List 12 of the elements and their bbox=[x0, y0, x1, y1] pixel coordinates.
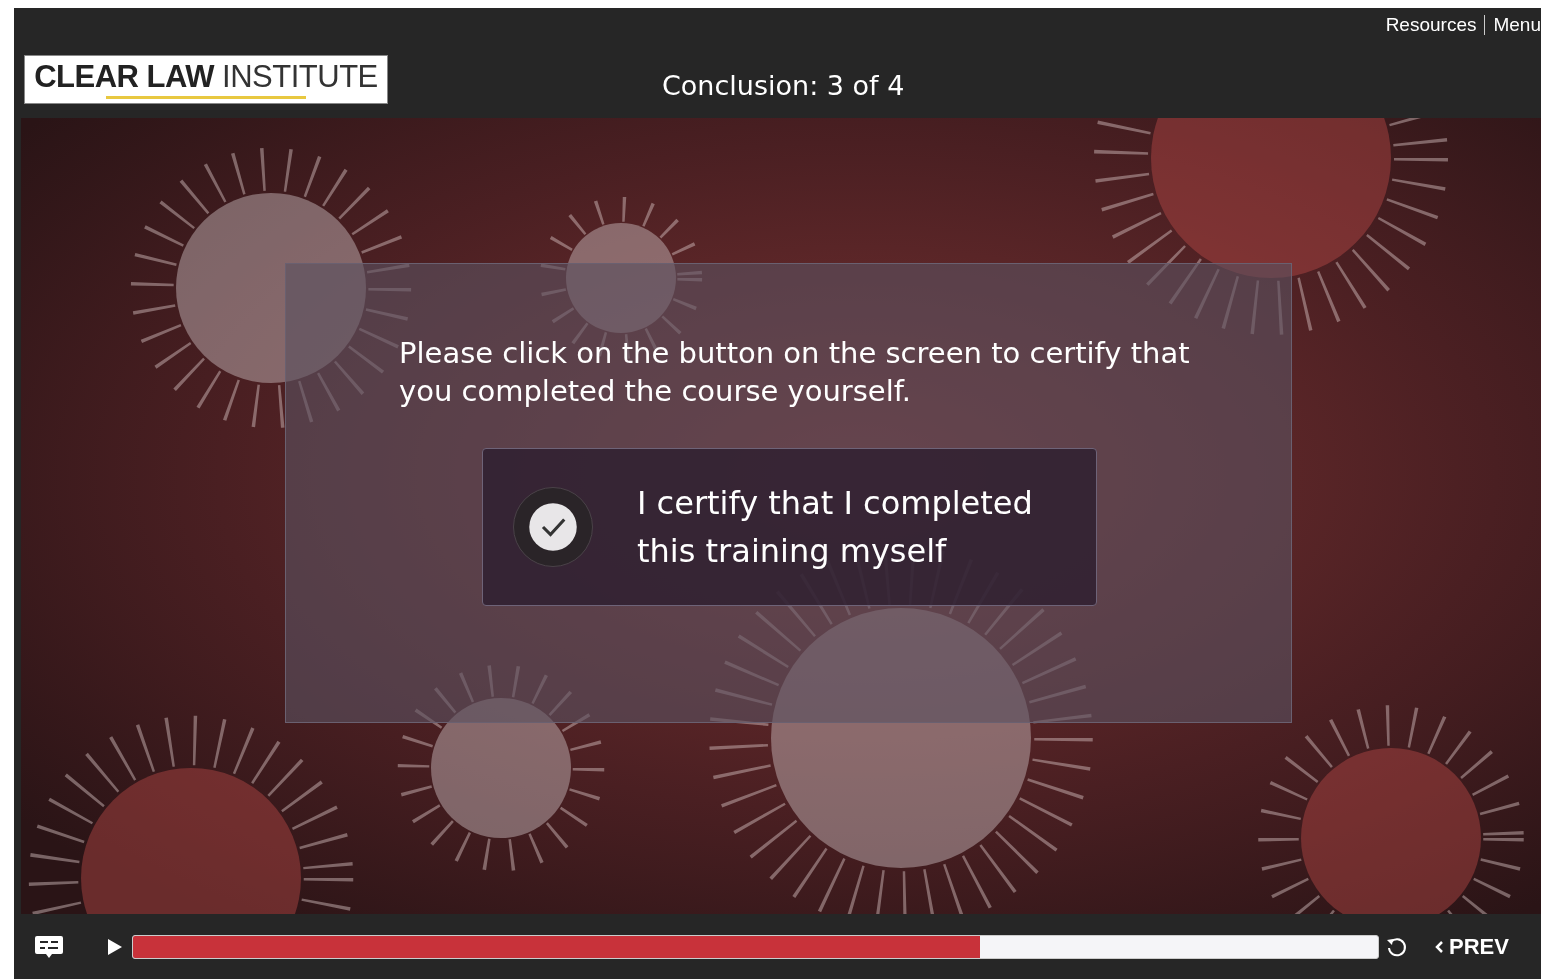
progress-bar[interactable] bbox=[132, 934, 1379, 959]
chevron-icon bbox=[1435, 940, 1443, 953]
nav-link[interactable]: Resources bbox=[1385, 14, 1477, 36]
certify-button[interactable]: I certify that I completed this training myself bbox=[482, 448, 1097, 606]
logo: CLEAR LAW INSTITUTE bbox=[24, 55, 388, 104]
instruction-text: Please click on the button on the screen to certify that you completed the course yourself. bbox=[399, 335, 1191, 410]
prev-button[interactable]: PREV bbox=[1435, 933, 1509, 960]
nav-link[interactable]: Menu bbox=[1493, 14, 1541, 36]
checkmark-icon bbox=[528, 502, 578, 552]
play-icon[interactable] bbox=[108, 938, 122, 955]
captions-icon[interactable] bbox=[34, 933, 64, 960]
slide-title: Conclusion: 3 of 4 bbox=[662, 70, 905, 101]
